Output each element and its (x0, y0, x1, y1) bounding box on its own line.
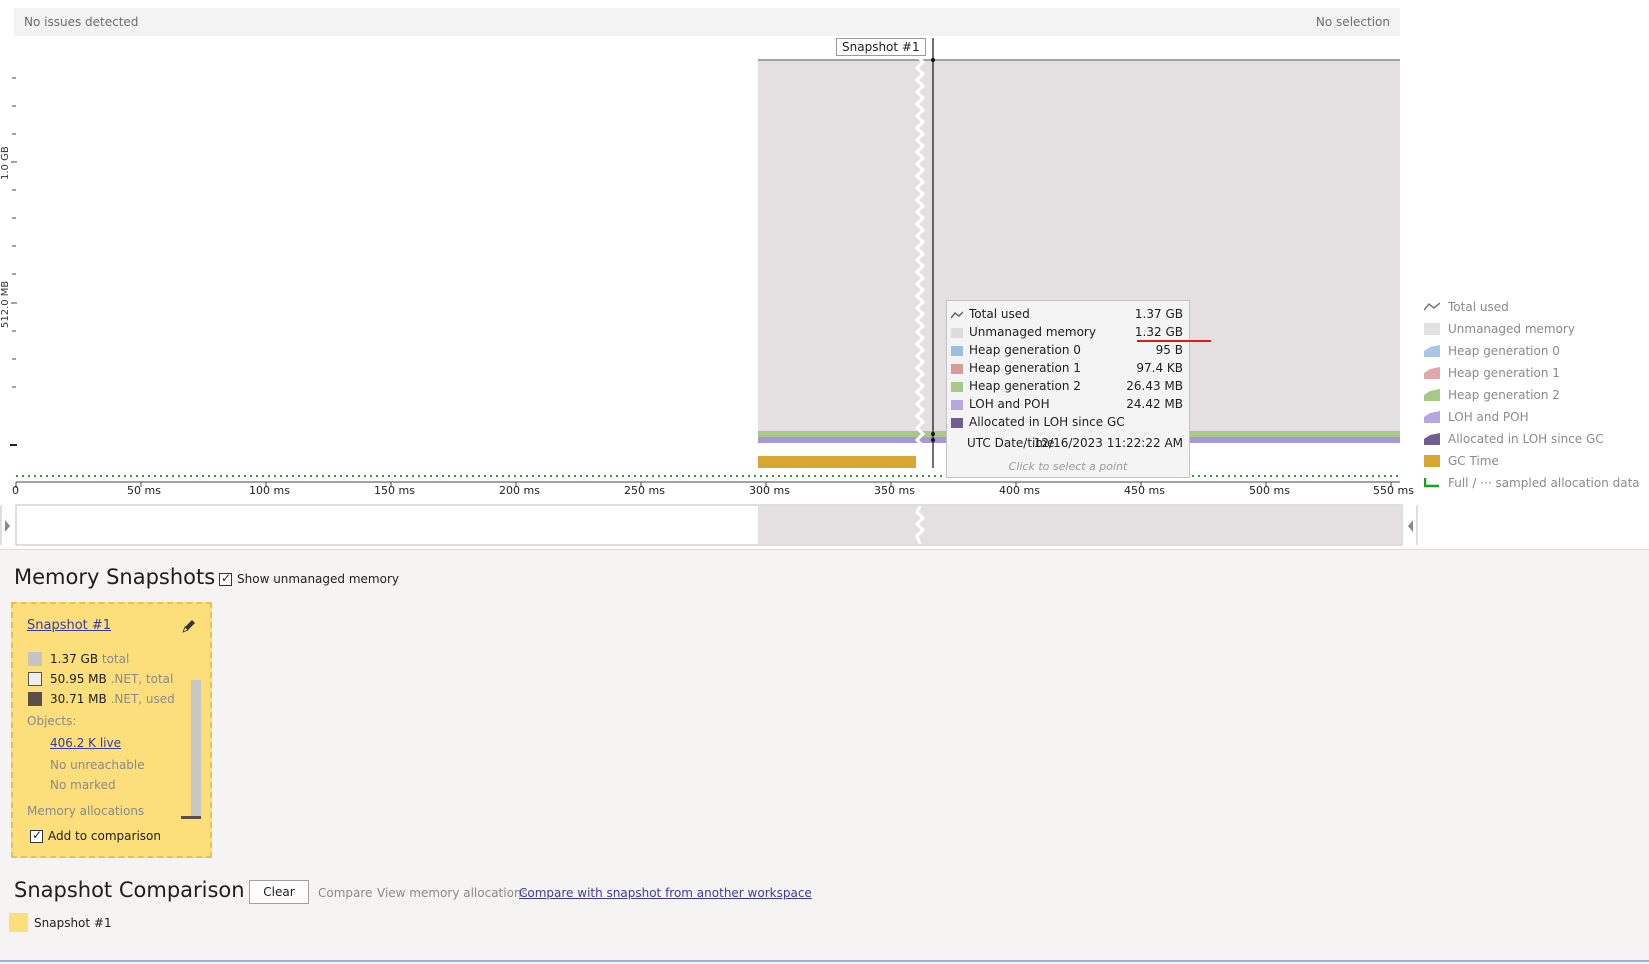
unmanaged-swatch-icon (951, 328, 963, 338)
snapshot-net-total: 50.95 MB .NET, total (50, 672, 174, 686)
add-to-comparison-checkbox[interactable]: ✓ (30, 828, 43, 843)
checkmark-icon: ✓ (221, 571, 232, 585)
comparison-snapshot-label: Snapshot #1 (34, 916, 112, 930)
tooltip-row-loh-poh: LOH and POH 24.42 MB (951, 396, 1183, 414)
x-tick-label: 500 ms (1249, 484, 1290, 497)
net-used-swatch (28, 692, 42, 706)
snapshot-card[interactable]: Snapshot #1 1.37 GB total 50.95 MB .NET,… (11, 602, 212, 858)
tooltip-row-heap-gen2: Heap generation 2 26.43 MB (951, 378, 1183, 396)
scroll-right-icon[interactable] (1408, 520, 1413, 532)
show-unmanaged-checkbox[interactable]: ✓ (219, 571, 232, 586)
x-tick-label: 50 ms (127, 484, 161, 497)
snapshot-total: 1.37 GB total (50, 652, 130, 666)
gc-time-bar (758, 456, 916, 468)
loh-swatch-icon (951, 400, 963, 410)
checkmark-icon: ✓ (32, 828, 43, 842)
x-tick-label: 300 ms (749, 484, 790, 497)
marked-objects: No marked (50, 778, 116, 792)
snapshot-usage-bar (191, 680, 201, 818)
clear-button[interactable]: Clear (249, 880, 309, 904)
snapshots-panel (0, 549, 1649, 964)
heap-gen0-swatch-icon (951, 346, 963, 356)
compare-button[interactable]: Compare (318, 886, 372, 900)
loh-since-gc-swatch-icon (951, 418, 963, 428)
heap-gen0-area-icon (1424, 345, 1440, 357)
memory-snapshots-title: Memory Snapshots (14, 565, 216, 589)
cursor-point-gen2 (931, 432, 935, 436)
comparison-snapshot-swatch (9, 913, 28, 932)
tooltip-row-heap-gen1: Heap generation 1 97.4 KB (951, 360, 1183, 378)
overview-selection[interactable] (758, 506, 1402, 544)
heap-gen2-area-icon (1424, 389, 1440, 401)
unreachable-objects: No unreachable (50, 758, 145, 772)
x-tick-label: 550 ms (1373, 484, 1414, 497)
x-tick-label: 0 (12, 484, 19, 497)
snapshot-net-used: 30.71 MB .NET, used (50, 692, 175, 706)
snapshot-comparison-title: Snapshot Comparison (14, 878, 245, 902)
x-tick-label: 200 ms (499, 484, 540, 497)
view-memory-allocations-button[interactable]: View memory allocations (377, 886, 528, 900)
tooltip-hint: Click to select a point (1008, 460, 1128, 473)
scroll-left-icon[interactable] (5, 520, 10, 532)
heap-gen1-area-icon (1424, 367, 1440, 379)
y-axis-label-512mb: 512.0 MB (0, 280, 11, 328)
loh-since-gc-area-icon (1424, 433, 1440, 445)
snapshot-flag[interactable]: Snapshot #1 (836, 38, 926, 56)
loh-area-icon (1424, 411, 1440, 423)
show-unmanaged-label[interactable]: Show unmanaged memory (237, 572, 399, 586)
snapshot-name-link[interactable]: Snapshot #1 (27, 618, 111, 633)
status-bar: No issues detected No selection (14, 8, 1400, 36)
compare-other-workspace-link[interactable]: Compare with snapshot from another works… (519, 886, 812, 900)
x-tick-label: 350 ms (874, 484, 915, 497)
live-objects-link[interactable]: 406.2 K live (50, 736, 121, 750)
edit-pencil-icon[interactable] (181, 618, 197, 634)
x-tick-label: 400 ms (999, 484, 1040, 497)
memory-timeline-chart[interactable] (0, 36, 1649, 551)
x-tick-label: 150 ms (374, 484, 415, 497)
gc-time-icon (1424, 455, 1440, 467)
red-underline-annotation (1137, 340, 1211, 342)
issues-status: No issues detected (24, 15, 139, 29)
net-total-swatch (28, 672, 42, 686)
total-used-line-icon (1424, 302, 1440, 311)
total-used-line-icon (951, 311, 963, 319)
add-to-comparison-label[interactable]: Add to comparison (48, 829, 161, 843)
heap-gen2-swatch-icon (951, 382, 963, 392)
memory-allocations-label: Memory allocations (27, 804, 145, 818)
selection-status: No selection (1315, 15, 1390, 29)
bottom-border (0, 960, 1649, 962)
cursor-point-loh (931, 438, 935, 442)
tooltip-row-total-used: Total used 1.37 GB (951, 306, 1183, 324)
objects-label: Objects: (27, 714, 77, 728)
tooltip-row-loh-since-gc: Allocated in LOH since GC (951, 414, 1183, 432)
y-axis-ticks (10, 77, 17, 446)
y-axis-label-1gb: 1.0 GB (0, 146, 11, 180)
total-swatch (28, 652, 42, 666)
x-tick-labels: 0 50 ms 100 ms 150 ms 200 ms 250 ms 300 … (0, 484, 1649, 500)
x-tick-label: 250 ms (624, 484, 665, 497)
step-line-icon (1424, 478, 1439, 488)
snapshot-usage-marker (181, 816, 201, 819)
cursor-point-total (931, 58, 935, 62)
tooltip-row-heap-gen0: Heap generation 0 95 B (951, 342, 1183, 360)
heap-gen1-swatch-icon (951, 364, 963, 374)
chart-tooltip: Total used 1.37 GB Unmanaged memory 1.32… (946, 300, 1190, 478)
x-tick-label: 100 ms (249, 484, 290, 497)
x-tick-label: 450 ms (1124, 484, 1165, 497)
tooltip-date-value: 12/16/2023 11:22:22 AM (1033, 436, 1183, 450)
unmanaged-area-icon (1424, 323, 1440, 335)
